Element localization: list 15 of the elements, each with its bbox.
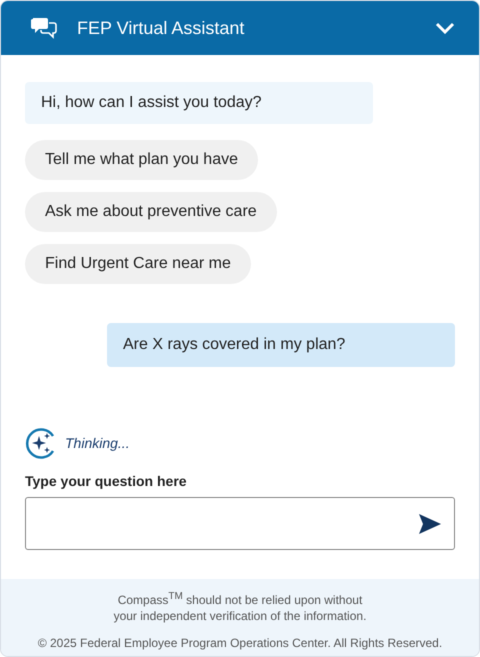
suggestion-chip[interactable]: Ask me about preventive care	[25, 192, 277, 232]
chat-bubbles-icon	[31, 17, 57, 39]
user-message: Are X rays covered in my plan?	[107, 323, 455, 367]
collapse-button[interactable]	[435, 22, 455, 34]
thinking-status: Thinking...	[65, 435, 130, 451]
send-button[interactable]	[418, 512, 442, 534]
suggestion-chip[interactable]: Tell me what plan you have	[25, 140, 258, 180]
sparkle-icon	[25, 427, 57, 459]
copyright-text: © 2025 Federal Employee Program Operations Center. All Rights Reserved.	[38, 636, 442, 650]
bot-message: Hi, how can I assist you today?	[25, 82, 373, 124]
field-label: Type your question here	[25, 473, 188, 489]
suggestion-chip[interactable]: Find Urgent Care near me	[25, 244, 251, 284]
disclaimer-text: Compass$^{TM}$ should not be relied upon without your independent verification of the information.	[112, 590, 368, 624]
window-title: FEP Virtual Assistant	[77, 18, 246, 38]
question-field[interactable]	[25, 497, 455, 550]
